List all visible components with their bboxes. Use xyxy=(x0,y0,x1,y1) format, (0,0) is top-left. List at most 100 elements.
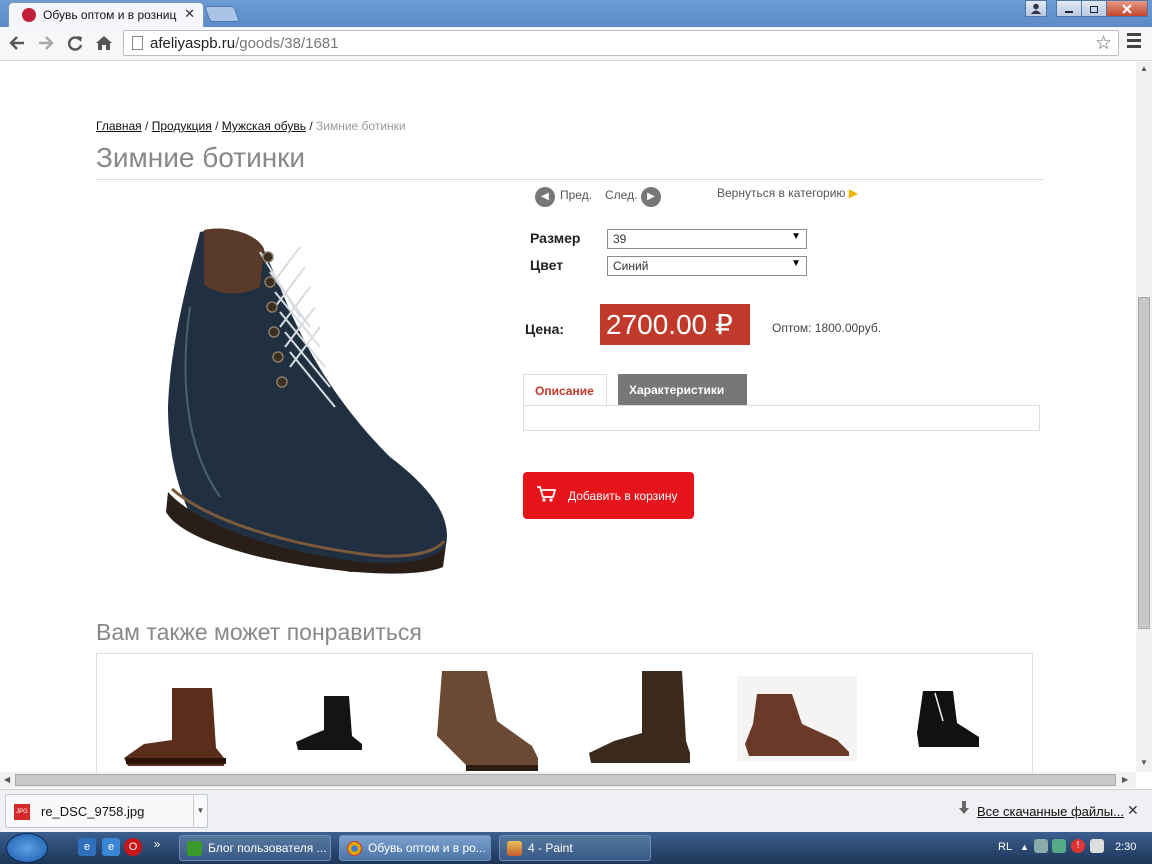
url-domain: afeliyaspb.ru xyxy=(150,35,236,52)
browser-tab[interactable]: Обувь оптом и в розниц ✕ xyxy=(8,2,204,27)
divider xyxy=(96,179,1043,180)
next-arrow-icon[interactable]: ▶ xyxy=(641,187,661,207)
color-select[interactable]: Синий ▼ xyxy=(607,256,807,276)
scroll-left-icon[interactable]: ◀ xyxy=(4,775,10,784)
color-value: Синий xyxy=(613,259,649,273)
taskbar-app-blog[interactable]: Блог пользователя ... xyxy=(179,835,331,861)
add-to-cart-button[interactable]: Добавить в корзину xyxy=(523,472,694,519)
tray-app-icon[interactable] xyxy=(1052,839,1066,853)
wholesale-price: Оптом: 1800.00руб. xyxy=(772,321,882,335)
page-content: Главная / Продукция / Мужская обувь / Зи… xyxy=(0,62,1136,772)
recommended-products xyxy=(96,653,1033,772)
tab-characteristics[interactable]: Характеристики xyxy=(618,374,747,405)
download-arrow-icon xyxy=(958,801,970,818)
scroll-up-icon[interactable]: ▲ xyxy=(1140,64,1148,73)
color-label: Цвет xyxy=(530,257,564,273)
back-to-category-label: Вернуться в категорию xyxy=(717,186,846,200)
add-to-cart-label: Добавить в корзину xyxy=(568,489,678,503)
size-label: Размер xyxy=(530,230,581,246)
clock[interactable]: 2:30 xyxy=(1115,841,1136,853)
size-select[interactable]: 39 ▼ xyxy=(607,229,807,249)
user-profile-icon[interactable] xyxy=(1025,0,1047,17)
tab-close-icon[interactable]: ✕ xyxy=(184,6,195,22)
taskbar-app-chrome[interactable]: Обувь оптом и в ро... xyxy=(339,835,491,861)
next-link[interactable]: След. xyxy=(605,188,637,202)
breadcrumb-sep: / xyxy=(211,119,222,133)
vertical-scroll-thumb[interactable] xyxy=(1138,297,1150,629)
minimize-button[interactable] xyxy=(1056,0,1082,17)
address-bar[interactable]: afeliyaspb.ru/goods/38/1681 ☆ xyxy=(123,30,1119,56)
jpg-file-icon: JPG xyxy=(14,804,30,820)
download-shelf: JPG re_DSC_9758.jpg ▼ Все скачанные файл… xyxy=(0,789,1152,832)
new-tab-button[interactable] xyxy=(204,6,240,22)
breadcrumb-current: Зимние ботинки xyxy=(316,119,406,133)
breadcrumb-products[interactable]: Продукция xyxy=(152,119,212,133)
recommended-product-thumb[interactable] xyxy=(432,669,542,772)
maximize-button[interactable] xyxy=(1081,0,1107,17)
url-text: afeliyaspb.ru/goods/38/1681 xyxy=(150,35,339,52)
breadcrumb-sep: / xyxy=(141,119,152,133)
taskbar-app-label: 4 - Paint xyxy=(528,841,573,855)
close-downloads-icon[interactable]: ✕ xyxy=(1127,802,1139,819)
chrome-app-icon xyxy=(347,841,362,856)
download-file-name: re_DSC_9758.jpg xyxy=(41,804,145,819)
tab-description[interactable]: Описание xyxy=(523,374,607,406)
start-button[interactable] xyxy=(6,833,48,863)
reload-icon[interactable] xyxy=(66,32,84,57)
tab-strip: Обувь оптом и в розниц ✕ xyxy=(0,0,1152,27)
volume-icon[interactable] xyxy=(1090,839,1104,853)
cart-icon xyxy=(536,485,557,508)
recommended-product-thumb[interactable] xyxy=(915,689,985,754)
page-icon xyxy=(132,36,143,50)
taskbar-app-label: Обувь оптом и в ро... xyxy=(368,841,486,855)
quicklaunch-ie-icon[interactable]: e xyxy=(102,838,120,856)
tray-expand-icon[interactable]: ▲ xyxy=(1020,842,1029,852)
home-icon[interactable] xyxy=(95,32,113,57)
back-arrow-icon[interactable] xyxy=(8,32,26,57)
chrome-menu-icon[interactable] xyxy=(1127,33,1141,51)
scroll-down-icon[interactable]: ▼ xyxy=(1140,758,1148,767)
blog-app-icon xyxy=(187,841,202,856)
network-icon[interactable] xyxy=(1034,839,1048,853)
breadcrumb-home[interactable]: Главная xyxy=(96,119,142,133)
alert-icon[interactable]: ! xyxy=(1071,839,1085,853)
quicklaunch-overflow-icon[interactable]: » xyxy=(148,835,166,853)
tab-content-pane xyxy=(523,405,1040,431)
recommended-product-thumb[interactable] xyxy=(294,692,364,754)
recommended-product-thumb[interactable] xyxy=(587,669,692,769)
recommended-product-thumb[interactable] xyxy=(122,684,227,769)
breadcrumb-mens-shoes[interactable]: Мужская обувь xyxy=(222,119,306,133)
scroll-right-icon[interactable]: ▶ xyxy=(1122,775,1128,784)
browser-toolbar: afeliyaspb.ru/goods/38/1681 ☆ xyxy=(0,27,1152,61)
url-path: /goods/38/1681 xyxy=(235,35,339,52)
all-downloads-link[interactable]: Все скачанные файлы... xyxy=(977,804,1124,819)
bookmark-star-icon[interactable]: ☆ xyxy=(1095,32,1112,55)
price-value: 2700.00 ₽ xyxy=(600,304,750,345)
language-indicator[interactable]: RL xyxy=(998,841,1012,853)
breadcrumb-sep: / xyxy=(306,119,317,133)
size-value: 39 xyxy=(613,232,627,246)
tab-title: Обувь оптом и в розниц xyxy=(43,8,177,22)
taskbar-app-paint[interactable]: 4 - Paint xyxy=(499,835,651,861)
windows-taskbar: e e O » Блог пользователя ... Обувь опто… xyxy=(0,832,1152,864)
prev-link[interactable]: Пред. xyxy=(560,188,592,202)
price-label: Цена: xyxy=(525,321,565,337)
quicklaunch-explorer-icon[interactable]: e xyxy=(78,838,96,856)
paint-app-icon xyxy=(507,841,522,856)
dropdown-arrow-icon: ▼ xyxy=(791,231,801,242)
chevron-down-icon[interactable]: ▼ xyxy=(193,795,207,827)
also-like-title: Вам также может понравиться xyxy=(96,619,422,645)
quicklaunch-opera-icon[interactable]: O xyxy=(124,838,142,856)
taskbar-app-label: Блог пользователя ... xyxy=(208,841,327,855)
page-title: Зимние ботинки xyxy=(96,142,306,173)
recommended-product-thumb[interactable] xyxy=(737,676,857,761)
dropdown-arrow-icon: ▼ xyxy=(791,258,801,269)
forward-arrow-icon[interactable] xyxy=(37,32,55,57)
download-item[interactable]: JPG re_DSC_9758.jpg ▼ xyxy=(5,794,208,828)
back-to-category-link[interactable]: Вернуться в категорию ▶ xyxy=(717,186,858,200)
product-boot-image xyxy=(166,228,447,574)
breadcrumb: Главная / Продукция / Мужская обувь / Зи… xyxy=(96,119,406,133)
horizontal-scroll-thumb[interactable] xyxy=(15,774,1116,786)
prev-arrow-icon[interactable]: ◀ xyxy=(535,187,555,207)
close-window-button[interactable] xyxy=(1106,0,1148,17)
